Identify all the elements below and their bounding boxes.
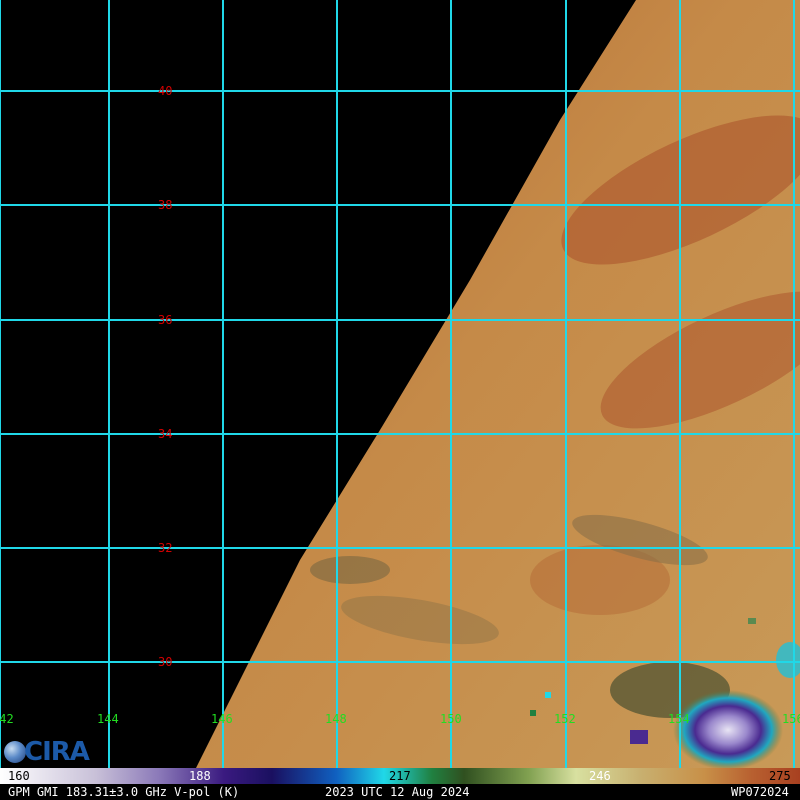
latitude-label: 38 xyxy=(158,198,173,212)
latitude-label: 36 xyxy=(158,313,173,327)
longitude-label: 152 xyxy=(554,712,576,726)
longitude-label: 150 xyxy=(440,712,462,726)
longitude-label: 144 xyxy=(97,712,119,726)
colorbar-tick-label: 217 xyxy=(389,769,411,783)
time-label: 2023 UTC 12 Aug 2024 xyxy=(325,785,470,799)
colorbar-tick-label: 275 xyxy=(769,769,791,783)
colorbar-tick-label: 188 xyxy=(189,769,211,783)
latitude-label: 40 xyxy=(158,84,173,98)
latitude-label: 32 xyxy=(158,541,173,555)
sensor-label: GPM GMI 183.31±3.0 GHz V-pol (K) xyxy=(8,785,240,799)
colorbar-tick-label: 246 xyxy=(589,769,611,783)
storm-core xyxy=(673,690,783,768)
footer: GPM GMI 183.31±3.0 GHz V-pol (K) 2023 UT… xyxy=(0,784,800,800)
globe-icon xyxy=(4,741,26,763)
longitude-label: 148 xyxy=(325,712,347,726)
logo-text: CIRA xyxy=(24,737,90,767)
longitude-label: 156 xyxy=(782,712,800,726)
latitude-label: 34 xyxy=(158,427,173,441)
satellite-map xyxy=(0,0,800,768)
longitude-label: 154 xyxy=(668,712,690,726)
colorbar-tick-label: 160 xyxy=(8,769,30,783)
longitude-label: 142 xyxy=(0,712,14,726)
storm-id-label: WP072024 xyxy=(731,785,789,799)
latitude-label: 30 xyxy=(158,655,173,669)
longitude-label: 146 xyxy=(211,712,233,726)
